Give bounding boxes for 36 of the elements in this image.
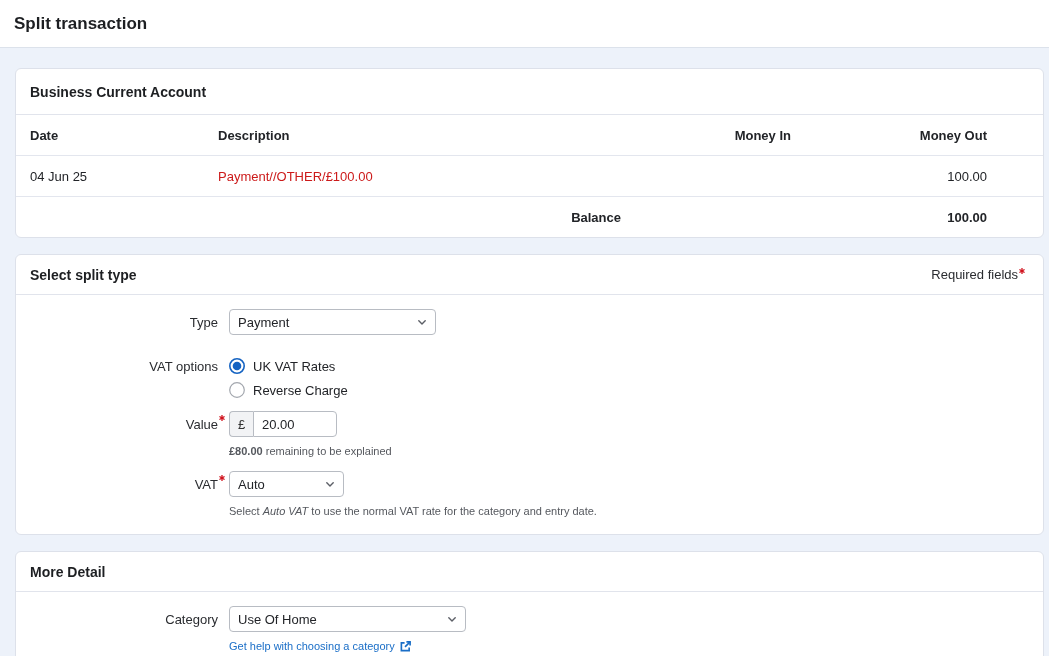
radio-label[interactable]: UK VAT Rates [253, 358, 336, 374]
chevron-down-icon [448, 616, 456, 622]
field-label: Type [189, 314, 218, 330]
balance-amount: 100.00 [946, 209, 988, 225]
page-title: Split transaction [14, 13, 148, 34]
field-label: Value [185, 416, 218, 432]
column-header: Description [217, 127, 291, 143]
column-header: Date [29, 127, 60, 143]
table-cell-text: 04 Jun 25 [29, 168, 89, 184]
required-fields-note: Required fields [931, 267, 1018, 282]
external-link-icon [399, 640, 411, 652]
radio-label[interactable]: Reverse Charge [253, 382, 348, 398]
radio-button[interactable] [229, 382, 245, 398]
dropdown[interactable]: Auto [229, 471, 344, 497]
column-header: Money Out [918, 127, 988, 143]
card-title: Select split type [30, 266, 137, 283]
column-header: Money In [733, 127, 792, 143]
field-label: Category [165, 611, 218, 627]
currency-addon: £ [229, 411, 253, 437]
dropdown[interactable]: Payment [229, 309, 436, 335]
field-label: VAT [194, 476, 218, 492]
field-label: VAT options [149, 358, 218, 374]
help-text: £80.00 remaining to be explained [229, 444, 392, 459]
card-title: Business Current Account [30, 83, 207, 100]
table-cell-text: Payment//OTHER/£100.00 [217, 168, 374, 184]
chevron-down-icon [418, 319, 426, 325]
required-asterisk-icon [1019, 268, 1025, 274]
help-text: Select Auto VAT to use the normal VAT rate for the category and entry date. [229, 504, 597, 519]
balance-label: Balance [570, 209, 622, 225]
amount-input[interactable]: 20.00 [253, 411, 337, 437]
help-link[interactable]: Get help with choosing a category [229, 638, 411, 654]
table-cell-text: 100.00 [946, 168, 988, 184]
chevron-down-icon [326, 481, 334, 487]
card-title: More Detail [30, 563, 106, 580]
dropdown[interactable]: Use Of Home [229, 606, 466, 632]
radio-button[interactable] [229, 358, 245, 374]
